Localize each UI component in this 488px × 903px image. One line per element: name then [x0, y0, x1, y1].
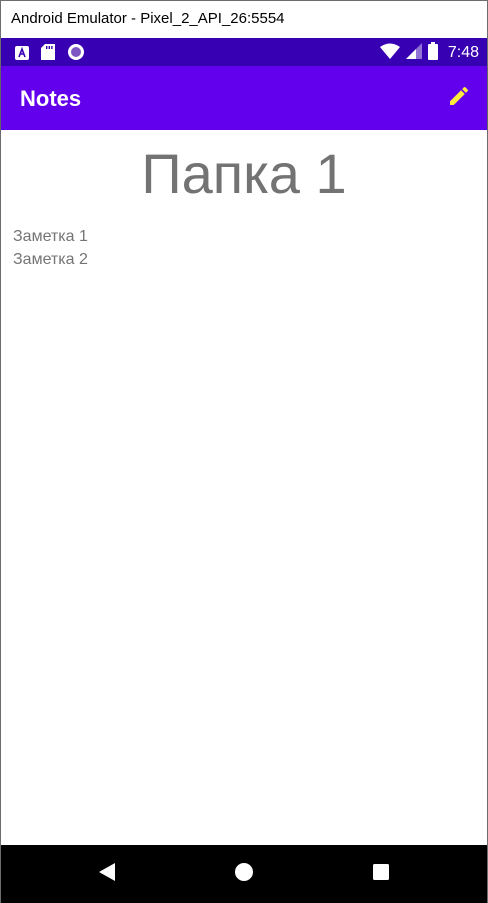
circle-notification-icon [67, 43, 85, 65]
folder-title: Папка 1 [141, 142, 347, 205]
status-notifications [15, 43, 85, 65]
status-time: 7:48 [447, 44, 479, 61]
emulator-window: Android Emulator - Pixel_2_API_26:5554 7… [0, 0, 488, 903]
cell-signal-icon [405, 43, 422, 63]
battery-icon [427, 42, 438, 64]
a-notification-icon [15, 45, 29, 64]
recents-button[interactable] [369, 862, 393, 886]
window-title: Android Emulator - Pixel_2_API_26:5554 [11, 10, 285, 27]
status-system-icons: 7:48 [379, 42, 479, 64]
back-icon [97, 862, 117, 886]
list-item[interactable]: Заметка 2 [13, 248, 88, 271]
notes-list: Заметка 1 Заметка 2 [13, 225, 88, 271]
notes-content: Папка 1 Заметка 1 Заметка 2 [1, 130, 487, 845]
home-icon [234, 862, 254, 886]
edit-button[interactable] [443, 82, 475, 114]
sd-card-icon [41, 44, 55, 64]
wifi-icon [379, 43, 400, 63]
edit-pencil-icon [447, 84, 471, 112]
status-bar: 7:48 [1, 38, 487, 66]
back-button[interactable] [95, 862, 119, 886]
window-titlebar: Android Emulator - Pixel_2_API_26:5554 [1, 0, 487, 38]
recents-icon [372, 863, 390, 885]
list-item[interactable]: Заметка 1 [13, 225, 88, 248]
app-title: Notes [20, 86, 82, 111]
navigation-bar [1, 845, 487, 903]
home-button[interactable] [232, 862, 256, 886]
app-bar: Notes [1, 66, 487, 130]
